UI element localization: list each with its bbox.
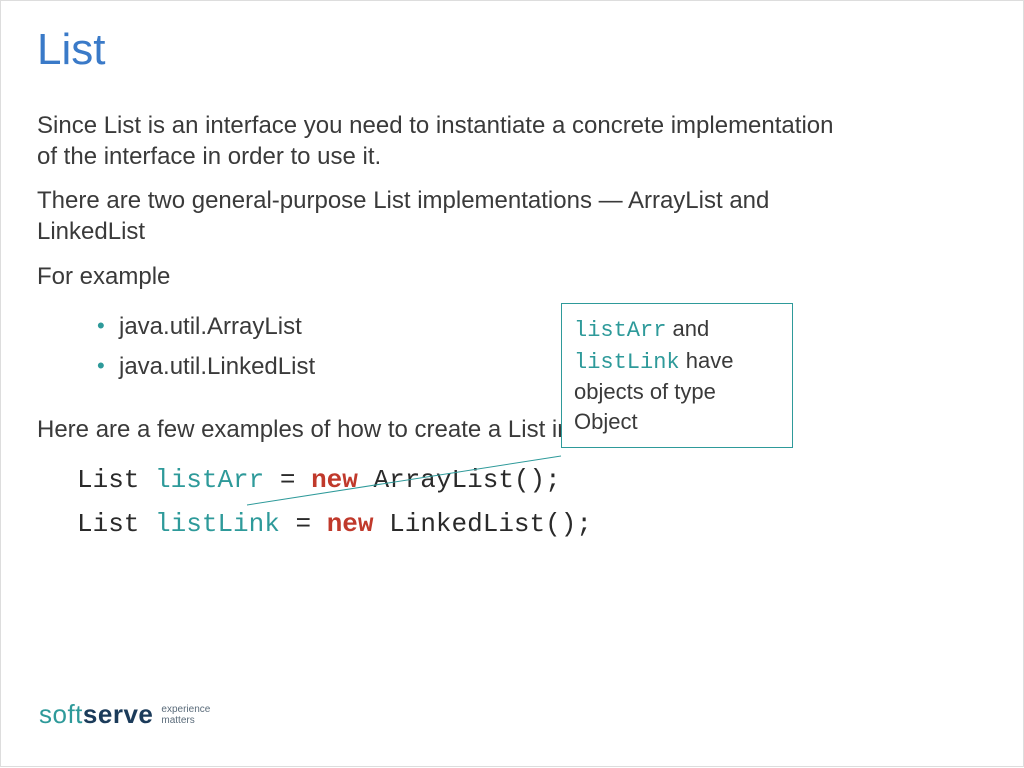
code-line-linkedlist: List listLink = new LinkedList();	[77, 502, 987, 546]
callout-code-listlink: listLink	[574, 350, 680, 375]
callout-box: listArr and listLink have objects of typ…	[561, 303, 793, 448]
code-op: =	[280, 465, 296, 495]
logo-tag-line1: experience	[161, 704, 210, 715]
paragraph-intro: Since List is an interface you need to i…	[37, 111, 837, 172]
code-keyword: new	[327, 509, 374, 539]
paragraph-examples-header: Here are a few examples of how to create…	[37, 416, 987, 444]
slide: List Since List is an interface you need…	[1, 1, 1023, 766]
code-op: =	[295, 509, 311, 539]
paragraph-implementations: There are two general-purpose List imple…	[37, 186, 837, 247]
callout-text: and	[666, 316, 709, 341]
code-type: List	[77, 509, 139, 539]
bullet-arraylist: java.util.ArrayList	[97, 307, 987, 348]
code-ctor: ArrayList();	[374, 465, 561, 495]
logo: softserve experience matters	[39, 699, 210, 730]
logo-wordmark: softserve	[39, 699, 153, 730]
bullet-list: java.util.ArrayList java.util.LinkedList	[97, 307, 987, 389]
bullet-linkedlist: java.util.LinkedList	[97, 347, 987, 388]
logo-serve: serve	[83, 699, 153, 729]
code-type: List	[77, 465, 139, 495]
slide-title: List	[37, 25, 987, 75]
logo-soft: soft	[39, 699, 83, 729]
code-line-arraylist: List listArr = new ArrayList();	[77, 458, 987, 502]
code-ctor: LinkedList();	[389, 509, 592, 539]
logo-tag-line2: matters	[161, 715, 194, 726]
logo-tagline: experience matters	[161, 704, 210, 726]
code-keyword: new	[311, 465, 358, 495]
paragraph-for-example: For example	[37, 262, 837, 293]
code-var: listLink	[155, 509, 280, 539]
callout-code-listarr: listArr	[574, 318, 666, 343]
code-var: listArr	[155, 465, 264, 495]
